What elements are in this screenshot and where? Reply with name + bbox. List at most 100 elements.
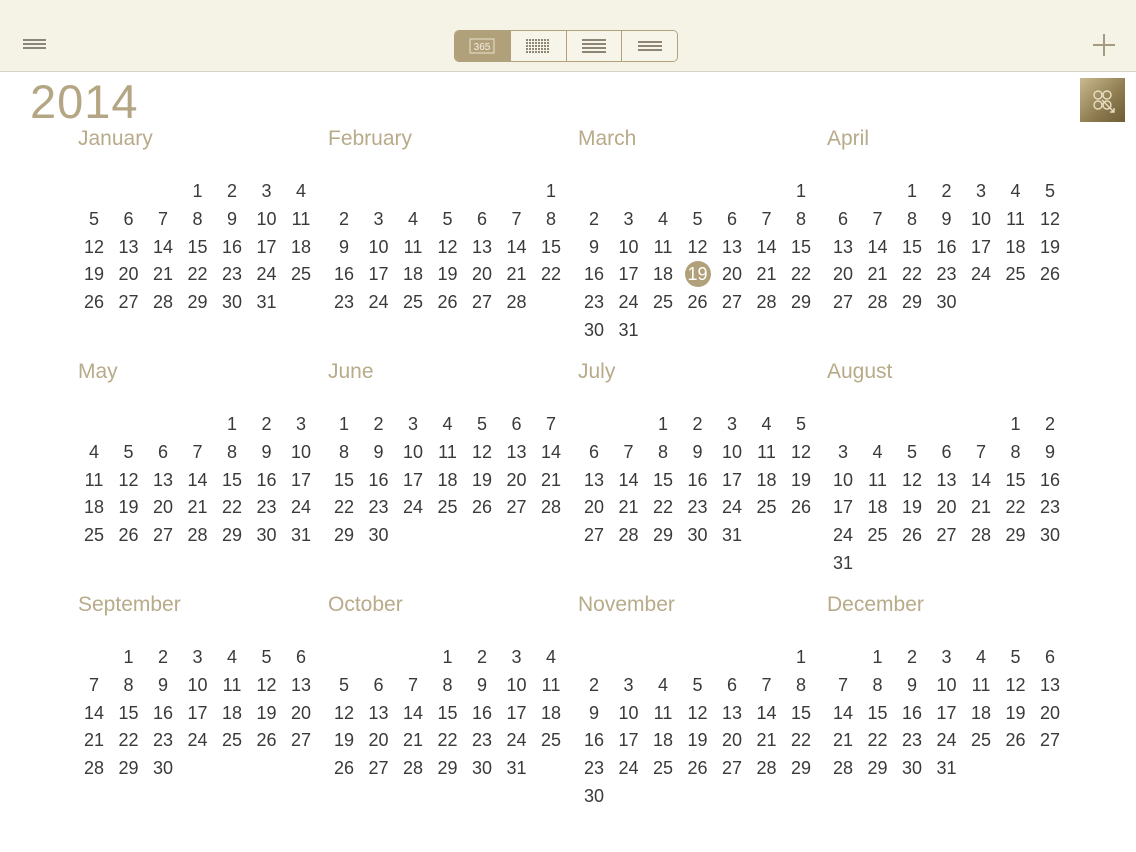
day-cell[interactable]: 26 (1000, 727, 1032, 753)
day-cell[interactable]: 16 (251, 467, 283, 493)
day-cell[interactable]: 8 (896, 206, 928, 232)
day-cell[interactable]: 13 (466, 234, 498, 260)
day-cell[interactable]: 18 (535, 700, 567, 726)
day-cell[interactable]: 22 (182, 261, 214, 287)
day-cell[interactable]: 30 (466, 755, 498, 781)
day-cell[interactable]: 13 (147, 467, 179, 493)
year-view-button[interactable]: 365 (455, 31, 511, 61)
day-cell[interactable]: 27 (931, 522, 963, 548)
day-cell[interactable]: 5 (466, 411, 498, 437)
day-cell[interactable]: 29 (216, 522, 248, 548)
day-cell[interactable]: 23 (328, 289, 360, 315)
day-cell[interactable]: 14 (147, 234, 179, 260)
day-cell[interactable]: 22 (432, 727, 464, 753)
day-cell[interactable]: 18 (216, 700, 248, 726)
day-cell[interactable]: 28 (751, 289, 783, 315)
day-cell[interactable]: 14 (751, 700, 783, 726)
day-cell[interactable]: 31 (285, 522, 317, 548)
day-cell[interactable]: 17 (827, 494, 859, 520)
day-cell[interactable]: 17 (285, 467, 317, 493)
day-cell[interactable]: 12 (251, 672, 283, 698)
day-cell[interactable]: 10 (613, 700, 645, 726)
day-cell[interactable]: 27 (1034, 727, 1066, 753)
day-cell[interactable]: 16 (216, 234, 248, 260)
month-name[interactable]: June (328, 360, 374, 384)
month-grid-view-button[interactable] (510, 31, 567, 61)
day-cell[interactable]: 7 (862, 206, 894, 232)
day-cell[interactable]: 18 (862, 494, 894, 520)
day-cell[interactable]: 31 (931, 755, 963, 781)
day-cell[interactable]: 8 (785, 206, 817, 232)
day-cell[interactable]: 10 (501, 672, 533, 698)
day-cell[interactable]: 29 (113, 755, 145, 781)
day-cell[interactable]: 21 (965, 494, 997, 520)
day-cell[interactable]: 24 (613, 289, 645, 315)
day-cell[interactable]: 23 (896, 727, 928, 753)
day-cell[interactable]: 2 (578, 206, 610, 232)
day-cell[interactable]: 24 (716, 494, 748, 520)
day-cell[interactable]: 1 (216, 411, 248, 437)
day-cell[interactable]: 5 (1000, 644, 1032, 670)
day-cell[interactable]: 22 (647, 494, 679, 520)
day-cell[interactable]: 25 (397, 289, 429, 315)
day-cell[interactable]: 8 (216, 439, 248, 465)
day-cell[interactable]: 9 (147, 672, 179, 698)
day-cell[interactable]: 28 (182, 522, 214, 548)
day-cell[interactable]: 30 (682, 522, 714, 548)
day-cell[interactable]: 26 (785, 494, 817, 520)
day-cell[interactable]: 2 (363, 411, 395, 437)
day-cell[interactable]: 24 (613, 755, 645, 781)
day-cell[interactable]: 24 (931, 727, 963, 753)
day-cell[interactable]: 24 (251, 261, 283, 287)
day-cell[interactable]: 26 (1034, 261, 1066, 287)
day-cell[interactable]: 21 (535, 467, 567, 493)
day-cell[interactable]: 28 (827, 755, 859, 781)
day-cell[interactable]: 9 (1034, 439, 1066, 465)
day-cell[interactable]: 30 (896, 755, 928, 781)
day-cell[interactable]: 19 (251, 700, 283, 726)
day-cell[interactable]: 29 (182, 289, 214, 315)
day-cell[interactable]: 11 (432, 439, 464, 465)
day-cell[interactable]: 17 (251, 234, 283, 260)
day-cell[interactable]: 5 (113, 439, 145, 465)
day-cell[interactable]: 10 (613, 234, 645, 260)
day-cell[interactable]: 17 (716, 467, 748, 493)
day-cell[interactable]: 20 (716, 727, 748, 753)
day-cell[interactable]: 2 (466, 644, 498, 670)
day-cell[interactable]: 25 (535, 727, 567, 753)
day-cell[interactable]: 21 (397, 727, 429, 753)
day-cell[interactable]: 27 (363, 755, 395, 781)
day-cell[interactable]: 8 (535, 206, 567, 232)
day-cell[interactable]: 2 (1034, 411, 1066, 437)
day-cell[interactable]: 15 (785, 234, 817, 260)
day-cell[interactable]: 8 (647, 439, 679, 465)
day-cell[interactable]: 23 (578, 755, 610, 781)
week-list-view-button[interactable] (566, 31, 623, 61)
month-name[interactable]: March (578, 127, 636, 151)
day-cell[interactable]: 9 (578, 700, 610, 726)
day-cell[interactable]: 6 (716, 206, 748, 232)
day-cell[interactable]: 11 (216, 672, 248, 698)
day-cell[interactable]: 27 (285, 727, 317, 753)
day-cell[interactable]: 11 (862, 467, 894, 493)
day-cell[interactable]: 22 (785, 727, 817, 753)
day-cell[interactable]: 9 (328, 234, 360, 260)
month-name[interactable]: July (578, 360, 615, 384)
day-cell[interactable]: 1 (896, 178, 928, 204)
day-cell[interactable]: 5 (251, 644, 283, 670)
day-cell[interactable]: 16 (363, 467, 395, 493)
day-cell[interactable]: 10 (965, 206, 997, 232)
day-cell[interactable]: 9 (466, 672, 498, 698)
day-cell[interactable]: 29 (896, 289, 928, 315)
day-cell[interactable]: 22 (785, 261, 817, 287)
day-cell[interactable]: 31 (251, 289, 283, 315)
day-cell[interactable]: 13 (363, 700, 395, 726)
day-cell[interactable]: 16 (578, 727, 610, 753)
day-cell[interactable]: 24 (182, 727, 214, 753)
day-cell[interactable]: 20 (716, 261, 748, 287)
day-cell[interactable]: 1 (535, 178, 567, 204)
day-cell[interactable]: 20 (285, 700, 317, 726)
day-cell[interactable]: 10 (363, 234, 395, 260)
day-cell[interactable]: 28 (535, 494, 567, 520)
day-cell[interactable]: 3 (501, 644, 533, 670)
